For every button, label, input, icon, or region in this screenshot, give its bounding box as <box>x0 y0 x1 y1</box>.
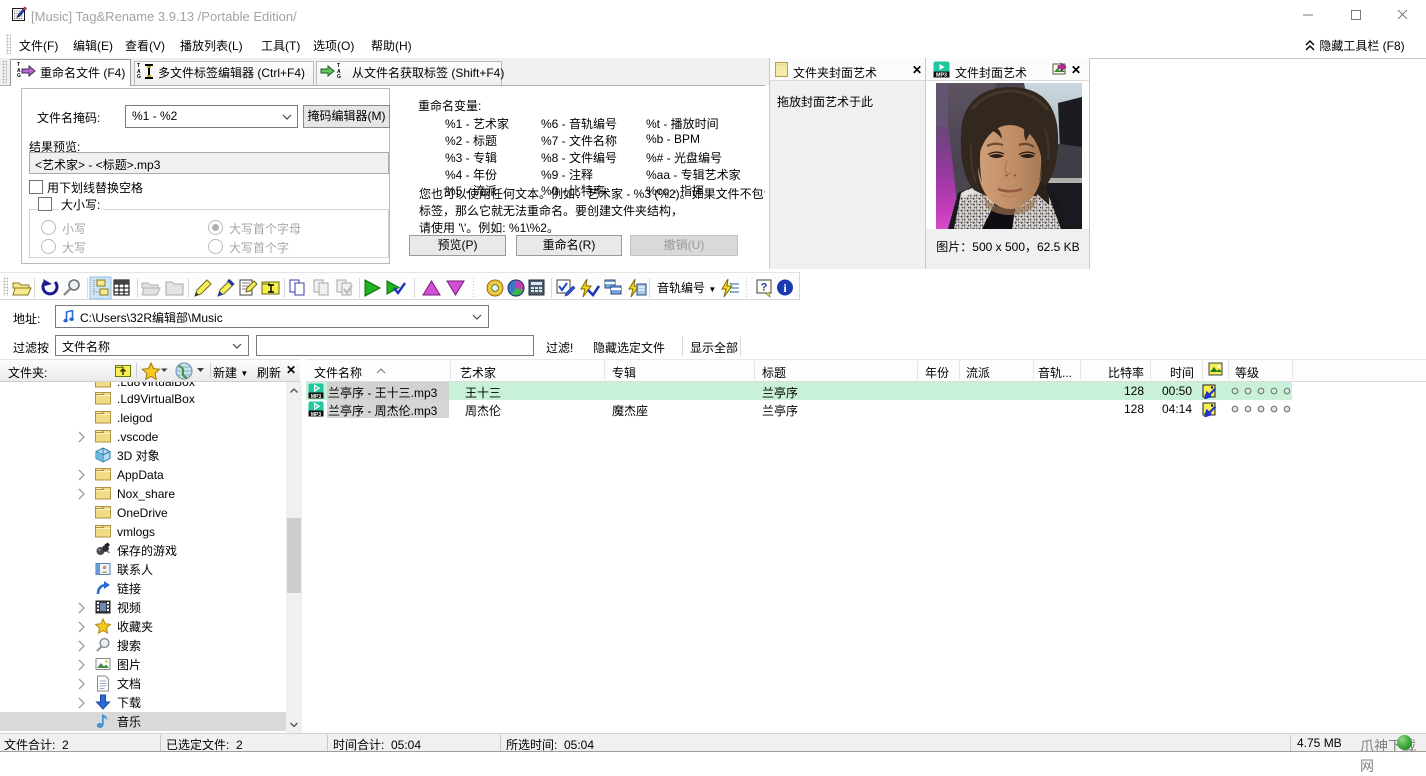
svg-text:保存的游戏: 保存的游戏 <box>117 543 177 558</box>
svg-text:.Ld8VirtualBox: .Ld8VirtualBox <box>117 382 195 389</box>
svg-text:vmlogs: vmlogs <box>117 525 155 539</box>
svg-text:?: ? <box>761 282 768 294</box>
svg-text:图片: 图片 <box>117 658 141 672</box>
svg-text:.vscode: .vscode <box>117 430 159 444</box>
svg-text:MP3: MP3 <box>936 73 947 78</box>
svg-text:AppData: AppData <box>117 468 164 482</box>
svg-text:Nox_share: Nox_share <box>117 487 175 501</box>
svg-text:搜索: 搜索 <box>117 638 141 653</box>
svg-text:下载: 下载 <box>117 696 141 710</box>
svg-text:3D 对象: 3D 对象 <box>117 449 160 463</box>
svg-text:视频: 视频 <box>117 600 141 615</box>
svg-text:音乐: 音乐 <box>117 714 141 729</box>
svg-text:MP3: MP3 <box>311 412 322 417</box>
svg-text:OneDrive: OneDrive <box>117 506 168 520</box>
svg-text:收藏夹: 收藏夹 <box>117 620 153 634</box>
svg-text:链接: 链接 <box>117 581 141 596</box>
svg-text:.leigod: .leigod <box>117 411 152 425</box>
svg-text:MP3: MP3 <box>311 394 322 399</box>
svg-text:文档: 文档 <box>117 676 141 691</box>
svg-text:.Ld9VirtualBox: .Ld9VirtualBox <box>117 392 195 406</box>
svg-text:联系人: 联系人 <box>117 563 153 577</box>
